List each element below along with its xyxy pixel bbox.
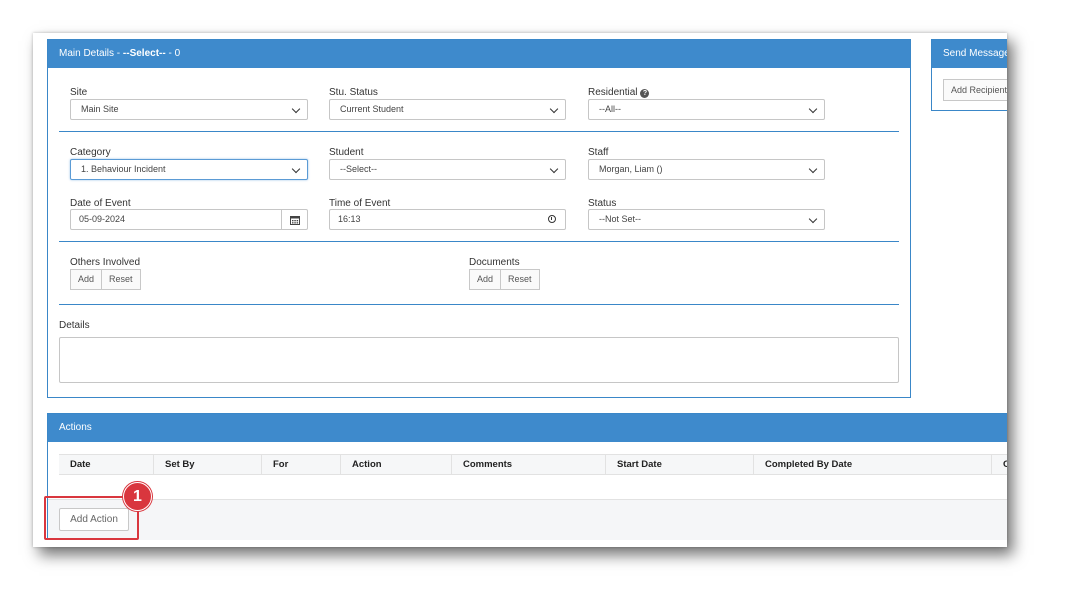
others-involved-label: Others Involved (70, 257, 141, 268)
status-label: Status (588, 198, 617, 209)
actions-table-header: Date Set By For Action Comments Start Da… (59, 454, 1007, 475)
chevron-down-icon (291, 164, 301, 174)
details-textarea[interactable] (59, 337, 899, 383)
chevron-down-icon (549, 104, 559, 114)
actions-footer (48, 499, 1007, 540)
documents-buttons: Add Reset (469, 269, 540, 290)
column-header-comments[interactable]: Comments (452, 455, 606, 474)
student-select[interactable]: --Select-- (329, 159, 566, 180)
documents-reset-button[interactable]: Reset (501, 269, 540, 290)
chevron-down-icon (549, 164, 559, 174)
documents-label: Documents (469, 257, 520, 268)
stu-status-label: Stu. Status (329, 87, 378, 98)
column-header-for[interactable]: For (262, 455, 341, 474)
main-details-title-prefix: Main Details - (59, 48, 123, 59)
screenshot-canvas: Main Details - --Select-- - 0 Site Main … (33, 33, 1007, 547)
others-involved-buttons: Add Reset (70, 269, 141, 290)
column-header-completed-by-date[interactable]: Completed By Date (754, 455, 992, 474)
column-header-date[interactable]: Date (59, 455, 154, 474)
actions-header: Actions (48, 414, 1007, 442)
help-icon[interactable]: ? (640, 89, 650, 98)
category-value: 1. Behaviour Incident (81, 164, 166, 174)
clock-icon[interactable] (548, 215, 556, 223)
add-recipient-button[interactable]: Add Recipient (943, 79, 1007, 101)
time-of-event-label: Time of Event (329, 198, 391, 209)
date-of-event-value: 05-09-2024 (79, 214, 126, 224)
residential-value: --All-- (599, 104, 621, 114)
category-label: Category (70, 147, 111, 158)
column-header-start-date[interactable]: Start Date (606, 455, 754, 474)
section-divider (59, 131, 899, 132)
residential-label-text: Residential (588, 87, 638, 98)
staff-value: Morgan, Liam () (599, 164, 663, 174)
step-number-badge: 1 (123, 482, 152, 511)
section-divider (59, 304, 899, 305)
others-involved-add-button[interactable]: Add (70, 269, 103, 290)
staff-label: Staff (588, 147, 609, 158)
time-of-event-input[interactable]: 16:13 (329, 209, 566, 230)
column-header-action[interactable]: Action (341, 455, 452, 474)
residential-select[interactable]: --All-- (588, 99, 825, 120)
actions-panel: Actions Date Set By For Action Comments … (47, 413, 1007, 540)
section-divider (59, 241, 899, 242)
details-label: Details (59, 320, 90, 331)
site-select[interactable]: Main Site (70, 99, 308, 120)
stu-status-select[interactable]: Current Student (329, 99, 566, 120)
send-message-header: Send Message (932, 40, 1007, 68)
chevron-down-icon (808, 164, 818, 174)
staff-select[interactable]: Morgan, Liam () (588, 159, 825, 180)
student-label: Student (329, 147, 364, 158)
site-value: Main Site (81, 104, 119, 114)
time-of-event-value: 16:13 (338, 214, 361, 224)
main-details-panel: Main Details - --Select-- - 0 Site Main … (47, 39, 911, 398)
chevron-down-icon (808, 104, 818, 114)
student-value: --Select-- (340, 164, 378, 174)
main-details-header: Main Details - --Select-- - 0 (48, 40, 910, 68)
category-select[interactable]: 1. Behaviour Incident (70, 159, 308, 180)
column-header-truncated[interactable]: C (992, 455, 1007, 474)
status-value: --Not Set-- (599, 214, 642, 224)
documents-add-button[interactable]: Add (469, 269, 502, 290)
main-details-title-selection: --Select-- (122, 48, 166, 59)
site-label: Site (70, 87, 88, 98)
date-of-event-input[interactable]: 05-09-2024 (70, 209, 308, 230)
date-of-event-label: Date of Event (70, 198, 131, 209)
calendar-icon[interactable] (281, 210, 307, 229)
main-details-title-suffix: - 0 (165, 48, 181, 59)
stu-status-value: Current Student (340, 104, 404, 114)
others-involved-reset-button[interactable]: Reset (102, 269, 141, 290)
send-message-panel: Send Message Add Recipient (931, 39, 1007, 111)
residential-label: Residential? (588, 87, 650, 98)
chevron-down-icon (808, 214, 818, 224)
column-header-set-by[interactable]: Set By (154, 455, 262, 474)
status-select[interactable]: --Not Set-- (588, 209, 825, 230)
chevron-down-icon (291, 104, 301, 114)
